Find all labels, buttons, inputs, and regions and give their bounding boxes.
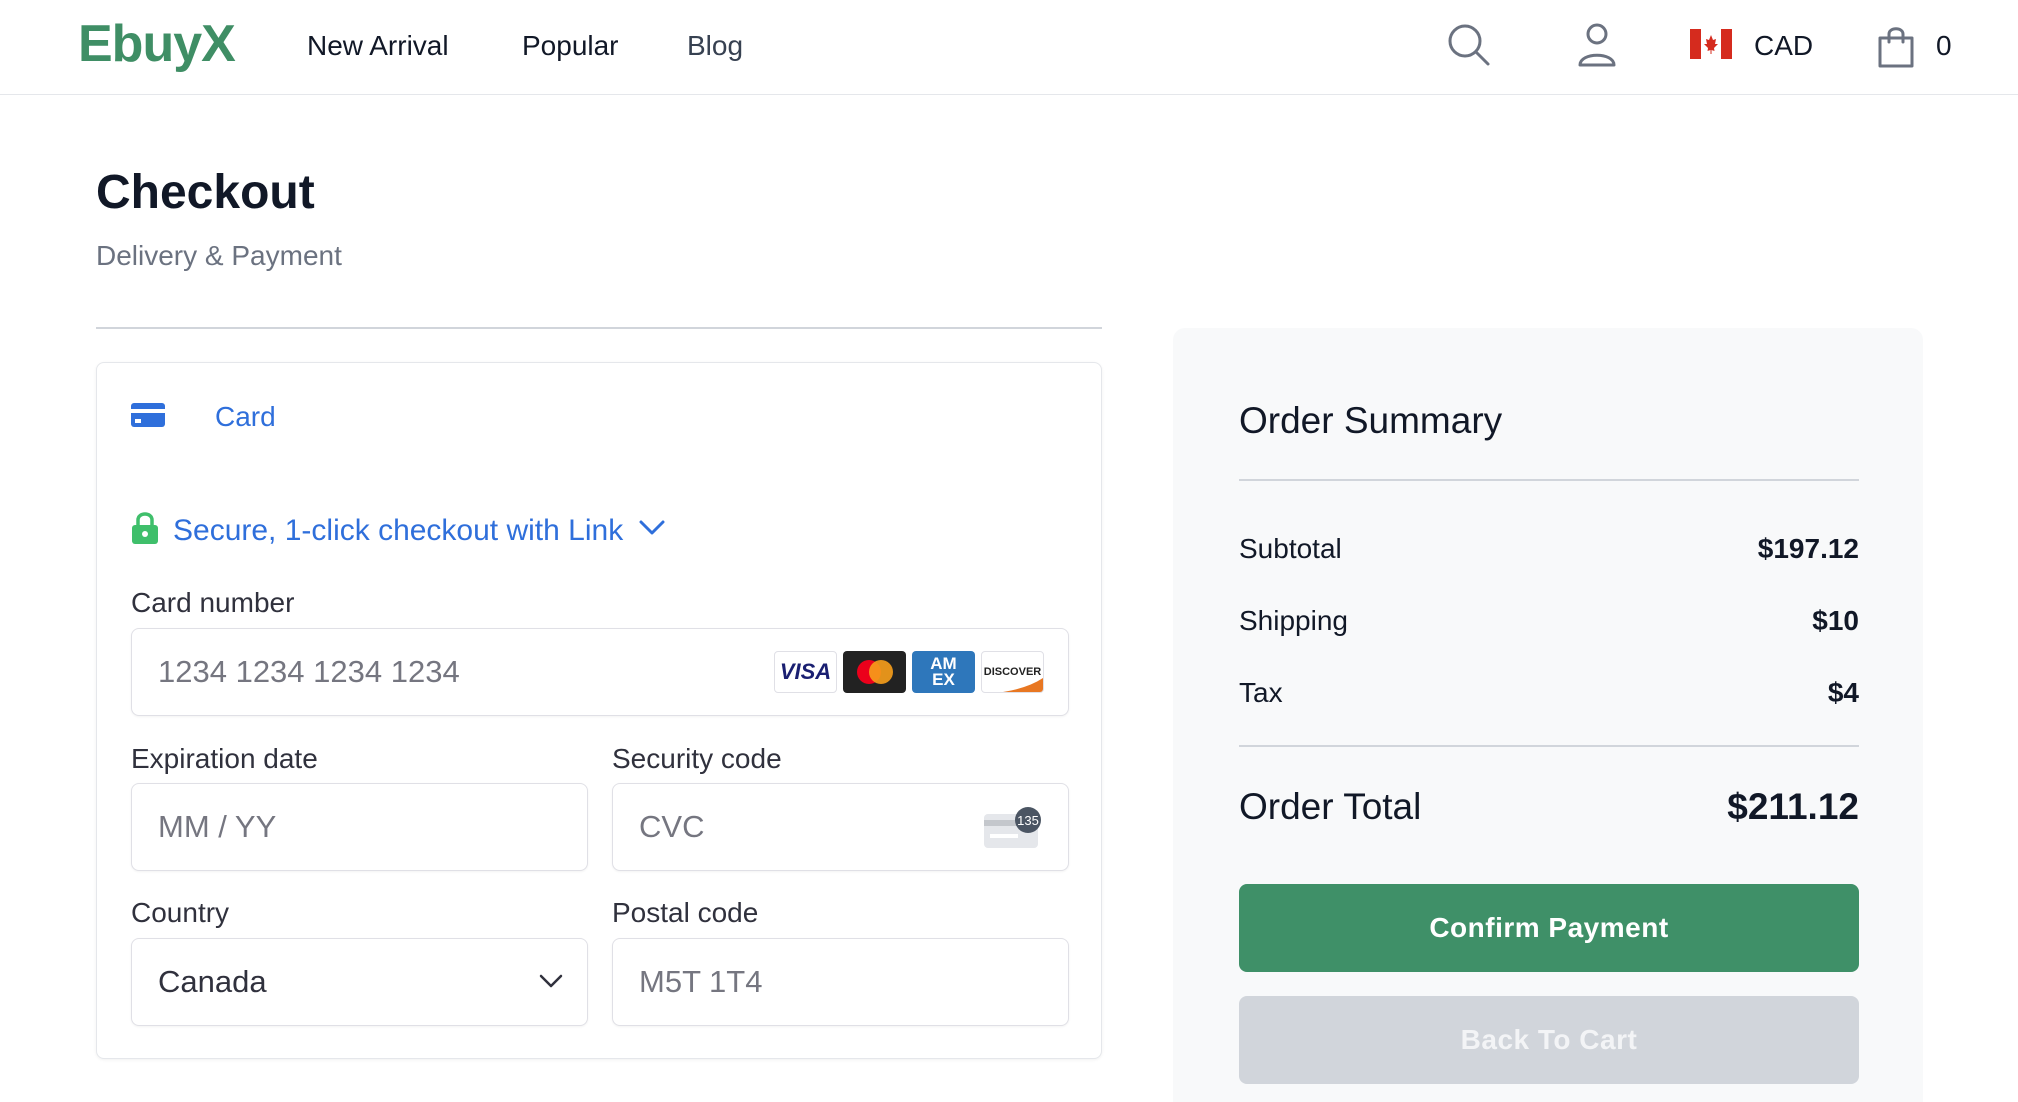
expiration-label: Expiration date — [131, 743, 318, 774]
subtotal-label: Subtotal — [1239, 533, 1342, 564]
link-checkout-toggle[interactable]: Secure, 1-click checkout with Link — [131, 511, 665, 550]
tax-value: $4 — [1827, 677, 1859, 708]
svg-text:135: 135 — [1017, 813, 1039, 828]
order-total-label: Order Total — [1239, 786, 1422, 827]
shipping-label: Shipping — [1239, 605, 1348, 636]
order-total-value: $211.12 — [1727, 786, 1859, 827]
payment-element: Card Secure, 1-click checkout with Link … — [96, 362, 1102, 1059]
nav-new-arrival[interactable]: New Arrival — [307, 30, 449, 62]
chevron-down-icon — [539, 973, 563, 994]
lock-icon — [131, 511, 159, 550]
card-tab-icon-wrap[interactable] — [131, 401, 167, 434]
postal-code-label: Postal code — [612, 897, 759, 928]
card-tab[interactable]: Card — [215, 401, 276, 433]
confirm-payment-button[interactable]: Confirm Payment — [1239, 884, 1859, 972]
amex-icon: AM EX — [912, 651, 975, 693]
postal-code-input[interactable] — [639, 964, 1068, 1000]
country-select[interactable]: Canada — [131, 938, 588, 1026]
currency-selector[interactable]: CAD — [1690, 26, 1813, 66]
cart-count[interactable]: 0 — [1936, 30, 1952, 62]
discover-icon: DISCOVER — [981, 651, 1044, 693]
currency-label: CAD — [1754, 30, 1814, 61]
chevron-down-icon — [639, 520, 665, 541]
user-icon[interactable] — [1577, 22, 1617, 73]
nav-popular[interactable]: Popular — [522, 30, 619, 62]
back-to-cart-button[interactable]: Back To Cart — [1239, 996, 1859, 1084]
security-code-field[interactable]: 135 — [612, 783, 1069, 871]
card-brands: VISA AM EX DISCOVER — [774, 651, 1044, 693]
country-value: Canada — [158, 964, 267, 999]
summary-divider — [1239, 745, 1859, 747]
top-navbar: EbuyX New Arrival Popular Blog CAD 0 — [0, 0, 2018, 95]
card-number-field[interactable]: VISA AM EX DISCOVER — [131, 628, 1069, 716]
summary-divider — [1239, 479, 1859, 481]
page-subtitle: Delivery & Payment — [96, 240, 342, 271]
nav-blog[interactable]: Blog — [687, 30, 743, 62]
security-code-label: Security code — [612, 743, 782, 774]
tax-label: Tax — [1239, 677, 1283, 708]
expiration-field[interactable] — [131, 783, 588, 871]
expiration-input[interactable] — [158, 809, 587, 845]
credit-card-icon — [131, 401, 167, 434]
logo[interactable]: EbuyX — [78, 14, 236, 74]
page-title: Checkout — [96, 166, 315, 219]
country-label: Country — [131, 897, 230, 928]
canada-flag-icon — [1690, 28, 1732, 64]
visa-icon: VISA — [774, 651, 837, 693]
shopping-bag-icon[interactable] — [1876, 24, 1916, 73]
card-number-label: Card number — [131, 587, 295, 618]
cvc-card-icon: 135 — [982, 806, 1044, 855]
mastercard-icon — [843, 651, 906, 693]
link-checkout-text: Secure, 1-click checkout with Link — [173, 513, 624, 547]
order-summary: Order Summary Subtotal $197.12 Shipping … — [1173, 328, 1923, 1102]
postal-code-field[interactable] — [612, 938, 1069, 1026]
order-summary-title: Order Summary — [1239, 400, 1503, 441]
title-divider — [96, 327, 1102, 329]
search-icon[interactable] — [1446, 22, 1492, 73]
shipping-value: $10 — [1812, 605, 1859, 636]
subtotal-value: $197.12 — [1757, 533, 1859, 564]
